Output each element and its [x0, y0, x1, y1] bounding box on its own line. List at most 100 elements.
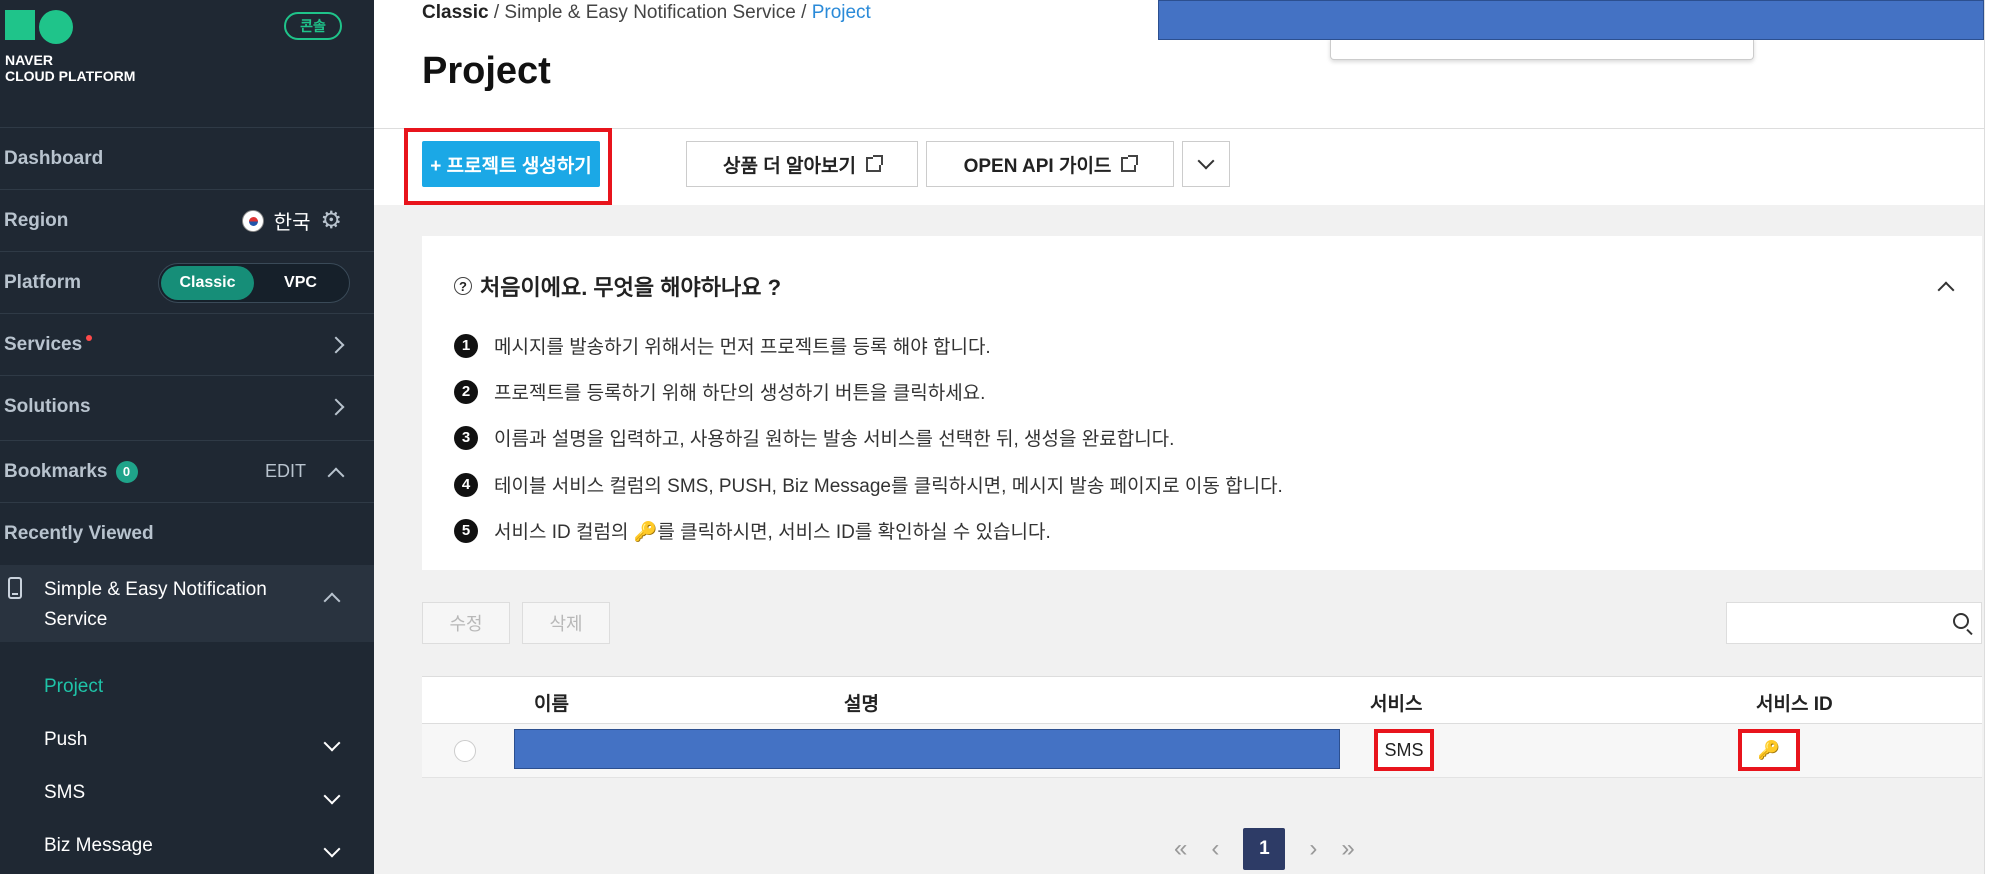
key-icon: 🔑 — [1757, 739, 1781, 760]
step-text: 프로젝트를 등록하기 위해 하단의 생성하기 버튼을 클릭하세요. — [494, 383, 986, 404]
logo-text-line1: NAVER — [5, 52, 53, 68]
next-page-button[interactable]: › — [1309, 835, 1317, 863]
page-number-current[interactable]: 1 — [1243, 828, 1286, 870]
region-label: Region — [4, 209, 69, 231]
delete-button[interactable]: 삭제 — [522, 602, 610, 644]
platform-option-vpc[interactable]: VPC — [254, 266, 347, 300]
more-dropdown-button[interactable] — [1182, 141, 1230, 187]
service-title: Simple & Easy Notification Service — [44, 579, 267, 630]
guide-title-text: 처음이에요. 무엇을 해야하나요 ? — [480, 275, 782, 300]
step-number: 2 — [454, 379, 478, 404]
guide-step: 4 테이블 서비스 컬럼의 SMS, PUSH, Biz Message를 클릭… — [454, 471, 1283, 498]
breadcrumb-separator: / — [801, 2, 807, 23]
create-project-button[interactable]: + 프로젝트 생성하기 — [422, 141, 600, 187]
new-indicator-dot — [86, 334, 93, 341]
service-sms-link[interactable]: SMS — [1374, 729, 1434, 771]
recently-viewed-label: Recently Viewed — [4, 522, 154, 544]
guide-title: ? 처음이에요. 무엇을 해야하나요 ? — [454, 270, 781, 302]
last-page-button[interactable]: » — [1341, 835, 1354, 863]
guide-step: 5 서비스 ID 컬럼의 🔑를 클릭하시면, 서비스 ID를 확인하실 수 있습… — [454, 517, 1051, 544]
edit-button[interactable]: 수정 — [422, 602, 510, 644]
question-icon: ? — [454, 277, 472, 295]
chevron-up-icon — [1937, 281, 1955, 299]
breadcrumb-separator: / — [493, 2, 500, 23]
chevron-right-icon — [327, 398, 345, 415]
bookmarks-edit-link[interactable]: EDIT — [265, 461, 306, 482]
breadcrumb-service[interactable]: Simple & Easy Notification Service — [504, 2, 795, 23]
sidebar-item-platform: Platform Classic VPC — [0, 251, 374, 313]
sidebar-subitem-push[interactable]: Push — [44, 729, 87, 751]
step-number: 5 — [454, 518, 478, 543]
bookmarks-count-badge: 0 — [115, 460, 138, 483]
step-text-before: 서비스 ID 컬럼의 — [494, 522, 634, 543]
step-number: 3 — [454, 425, 478, 450]
chevron-down-icon[interactable] — [323, 734, 341, 752]
step-text: 서비스 ID 컬럼의 🔑를 클릭하시면, 서비스 ID를 확인하실 수 있습니다… — [494, 517, 1051, 544]
console-badge[interactable]: 콘솔 — [284, 12, 342, 40]
sidebar-item-solutions[interactable]: Solutions — [0, 375, 374, 437]
api-guide-button[interactable]: OPEN API 가이드 — [926, 141, 1174, 187]
external-link-icon — [1121, 154, 1139, 172]
row-select-radio[interactable] — [454, 740, 476, 762]
sidebar-item-services[interactable]: Services — [0, 313, 374, 375]
vertical-scrollbar[interactable] — [1984, 0, 2000, 874]
external-link-icon — [865, 154, 883, 172]
collapse-guide-button[interactable] — [1937, 276, 1955, 301]
services-label: Services — [4, 333, 83, 355]
gear-icon[interactable]: ⚙ — [320, 206, 342, 235]
sidebar-item-recently-viewed[interactable]: Recently Viewed — [0, 502, 374, 564]
chevron-up-icon[interactable] — [327, 467, 345, 484]
chevron-down-icon[interactable] — [323, 787, 341, 805]
platform-option-classic[interactable]: Classic — [161, 265, 254, 300]
learn-more-button[interactable]: 상품 더 알아보기 — [686, 141, 918, 187]
first-page-button[interactable]: « — [1174, 835, 1187, 863]
step-text: 테이블 서비스 컬럼의 SMS, PUSH, Biz Message를 클릭하시… — [494, 476, 1283, 497]
guide-step: 3 이름과 설명을 입력하고, 사용하길 원하는 발송 서비스를 선택한 뒤, … — [454, 424, 1174, 451]
service-id-key-button[interactable]: 🔑 — [1738, 729, 1800, 771]
guide-step: 2 프로젝트를 등록하기 위해 하단의 생성하기 버튼을 클릭하세요. — [454, 378, 985, 405]
naver-cloud-logo[interactable]: NAVER CLOUD PLATFORM — [5, 10, 135, 84]
bookmarks-label: Bookmarks — [4, 460, 108, 482]
sidebar-subitem-biz-message[interactable]: Biz Message — [44, 835, 153, 857]
step-number: 4 — [454, 472, 478, 497]
breadcrumb-current: Project — [811, 2, 871, 23]
sidebar: NAVER CLOUD PLATFORM 콘솔 Dashboard Region… — [0, 0, 374, 874]
mobile-device-icon — [8, 577, 22, 599]
column-header-name[interactable]: 이름 — [534, 689, 569, 716]
sidebar-item-dashboard[interactable]: Dashboard — [0, 127, 374, 189]
column-header-description[interactable]: 설명 — [844, 689, 879, 716]
dashboard-label: Dashboard — [4, 147, 104, 169]
sidebar-subitem-sms[interactable]: SMS — [44, 782, 85, 804]
redacted-area — [514, 729, 1340, 769]
sidebar-subitem-project[interactable]: Project — [44, 676, 103, 698]
korea-flag-icon — [241, 209, 264, 232]
table-row[interactable]: SMS 🔑 — [422, 724, 1982, 778]
page-title: Project — [422, 50, 551, 92]
search-input[interactable] — [1726, 602, 1982, 644]
sidebar-service-section[interactable]: Simple & Easy Notification Service — [0, 565, 374, 642]
step-number: 1 — [454, 333, 478, 358]
table-header: 이름 설명 서비스 서비스 ID — [422, 676, 1982, 724]
search-icon[interactable] — [1953, 613, 1969, 629]
solutions-label: Solutions — [4, 395, 91, 417]
step-text: 메시지를 발송하기 위해서는 먼저 프로젝트를 등록 해야 합니다. — [494, 337, 991, 358]
step-text: 이름과 설명을 입력하고, 사용하길 원하는 발송 서비스를 선택한 뒤, 생성… — [494, 429, 1175, 450]
pagination: « ‹ 1 › » — [1174, 828, 1355, 870]
sidebar-item-region: Region 한국 ⚙ — [0, 189, 374, 251]
region-value[interactable]: 한국 — [274, 206, 311, 235]
platform-toggle[interactable]: Classic VPC — [158, 262, 350, 303]
logo-text-line2: CLOUD PLATFORM — [5, 68, 136, 84]
chevron-down-icon — [1197, 152, 1215, 170]
column-header-service[interactable]: 서비스 — [1370, 689, 1422, 716]
chevron-down-icon[interactable] — [323, 840, 341, 858]
breadcrumb-classic[interactable]: Classic — [422, 2, 489, 23]
getting-started-guide: ? 처음이에요. 무엇을 해야하나요 ? 1 메시지를 발송하기 위해서는 먼저… — [422, 236, 1982, 570]
column-header-service-id[interactable]: 서비스 ID — [1756, 689, 1833, 716]
key-icon: 🔑 — [633, 522, 658, 543]
chevron-up-icon[interactable] — [323, 592, 341, 610]
prev-page-button[interactable]: ‹ — [1211, 835, 1219, 863]
platform-label: Platform — [4, 271, 82, 293]
sidebar-item-bookmarks[interactable]: Bookmarks 0 EDIT — [0, 440, 374, 502]
step-text-after: 를 클릭하시면, 서비스 ID를 확인하실 수 있습니다. — [657, 522, 1051, 543]
guide-step: 1 메시지를 발송하기 위해서는 먼저 프로젝트를 등록 해야 합니다. — [454, 332, 991, 359]
